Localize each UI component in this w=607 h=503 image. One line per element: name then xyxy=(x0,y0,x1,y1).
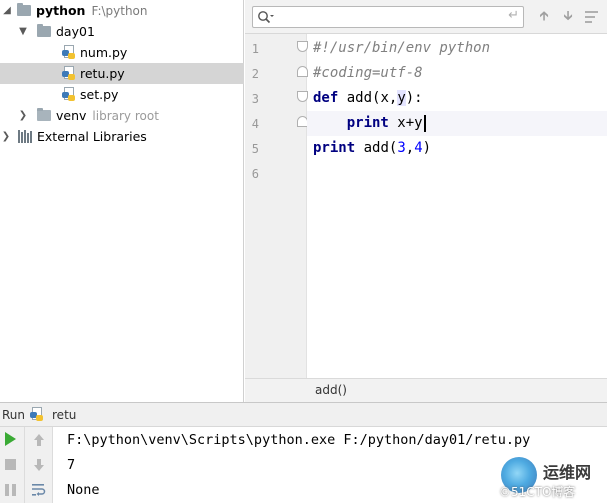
project-tree-panel: ◢ python F:\python ▼ day01 num.py retu.p… xyxy=(0,0,244,402)
code-text: ) xyxy=(422,140,432,156)
code-line: def add(x,y): xyxy=(307,86,607,111)
filter-icon[interactable] xyxy=(583,8,601,26)
tree-row-set-py[interactable]: set.py xyxy=(0,84,244,105)
python-file-icon xyxy=(30,407,44,422)
watermark-subtitle: ©51CTO博客 xyxy=(499,485,576,499)
watermark: 运维网 ©51CTO博客 xyxy=(497,455,607,503)
number-literal: 3 xyxy=(397,140,406,156)
python-file-icon xyxy=(62,87,76,102)
breadcrumb: add() xyxy=(245,378,607,402)
library-root-hint: library root xyxy=(92,108,159,123)
code-text: add(x, xyxy=(338,90,398,106)
arrow-up-icon[interactable]: 🡱 xyxy=(535,8,553,26)
external-libraries-label: External Libraries xyxy=(37,129,147,144)
console-command-line: F:\python\venv\Scripts\python.exe F:/pyt… xyxy=(67,432,531,448)
chevron-right-icon[interactable]: ❯ xyxy=(17,110,29,121)
tree-row-venv[interactable]: ❯ venv library root xyxy=(0,105,244,126)
folder-icon xyxy=(37,24,51,37)
line-number: 6 xyxy=(251,167,259,181)
editor-panel: ↵ 🡱 🡳 1 2 3 4 5 6 #!/usr/bin/env python … xyxy=(245,0,607,402)
project-name: python xyxy=(36,3,86,18)
code-line: print add(3,4) xyxy=(307,136,607,161)
run-panel-header: Run retu xyxy=(0,402,607,427)
run-config-name[interactable]: retu xyxy=(52,408,76,422)
folder-label-day01: day01 xyxy=(56,24,95,39)
file-label: num.py xyxy=(80,45,128,60)
chevron-right-icon[interactable]: ❯ xyxy=(0,131,12,142)
python-file-icon xyxy=(62,66,76,81)
chevron-down-icon[interactable]: ◢ xyxy=(1,5,13,16)
python-file-icon xyxy=(62,45,76,60)
code-text: ): xyxy=(405,90,423,106)
line-number-gutter: 1 2 3 4 5 6 xyxy=(245,34,308,382)
run-icon[interactable] xyxy=(5,432,21,448)
keyword-def: def xyxy=(313,90,339,106)
folder-icon xyxy=(17,3,31,16)
run-toolbar-secondary xyxy=(25,427,53,503)
scroll-up-icon[interactable] xyxy=(31,432,47,448)
stop-icon[interactable] xyxy=(4,457,20,473)
soft-wrap-icon[interactable] xyxy=(31,482,47,498)
number-literal: 4 xyxy=(414,140,423,156)
scroll-down-icon[interactable] xyxy=(31,457,47,473)
param-y: y xyxy=(397,90,406,106)
breadcrumb-item[interactable]: add() xyxy=(315,383,347,397)
code-line: #coding=utf-8 xyxy=(307,61,607,86)
libraries-icon xyxy=(18,130,32,143)
code-line-current: print x+y xyxy=(307,111,607,136)
line-number: 1 xyxy=(251,42,259,56)
tree-row-num-py[interactable]: num.py xyxy=(0,42,244,63)
keyword-print: print xyxy=(346,115,389,131)
tree-row-python-root[interactable]: ◢ python F:\python xyxy=(0,0,244,21)
code-text: , xyxy=(405,140,415,156)
text-caret xyxy=(423,114,426,132)
search-input[interactable] xyxy=(279,9,491,25)
comment-coding: #coding=utf-8 xyxy=(313,65,423,81)
line-number: 3 xyxy=(251,92,259,106)
enter-icon[interactable]: ↵ xyxy=(508,8,519,23)
comment-shebang: #!/usr/bin/env python xyxy=(313,40,491,56)
code-editor[interactable]: #!/usr/bin/env python #coding=utf-8 def … xyxy=(307,34,607,382)
search-icon[interactable] xyxy=(257,10,275,25)
run-panel-title[interactable]: Run xyxy=(2,408,25,422)
pause-icon[interactable] xyxy=(4,482,20,498)
folder-label-venv: venv xyxy=(56,108,87,123)
arrow-down-icon[interactable]: 🡳 xyxy=(559,8,577,26)
code-text: x+y xyxy=(388,115,423,131)
chevron-down-icon[interactable]: ▼ xyxy=(17,26,29,37)
keyword-print: print xyxy=(313,140,356,156)
file-label: set.py xyxy=(80,87,119,102)
file-label: retu.py xyxy=(80,66,125,81)
tree-row-retu-py[interactable]: retu.py xyxy=(0,63,244,84)
line-number: 5 xyxy=(251,142,259,156)
tree-row-day01[interactable]: ▼ day01 xyxy=(0,21,244,42)
line-number: 2 xyxy=(251,67,259,81)
project-path: F:\python xyxy=(91,3,148,18)
run-toolbar xyxy=(0,427,25,503)
tree-row-external-libraries[interactable]: ❯ External Libraries xyxy=(0,126,244,147)
code-line: #!/usr/bin/env python xyxy=(307,36,607,61)
console-output-line: None xyxy=(67,482,100,498)
code-text: add( xyxy=(355,140,398,156)
folder-icon xyxy=(37,108,51,121)
line-number: 4 xyxy=(251,117,259,131)
search-box[interactable]: ↵ xyxy=(252,6,524,28)
watermark-title: 运维网 xyxy=(543,463,592,482)
console-output-line: 7 xyxy=(67,457,76,473)
search-bar: ↵ 🡱 🡳 xyxy=(245,0,607,34)
